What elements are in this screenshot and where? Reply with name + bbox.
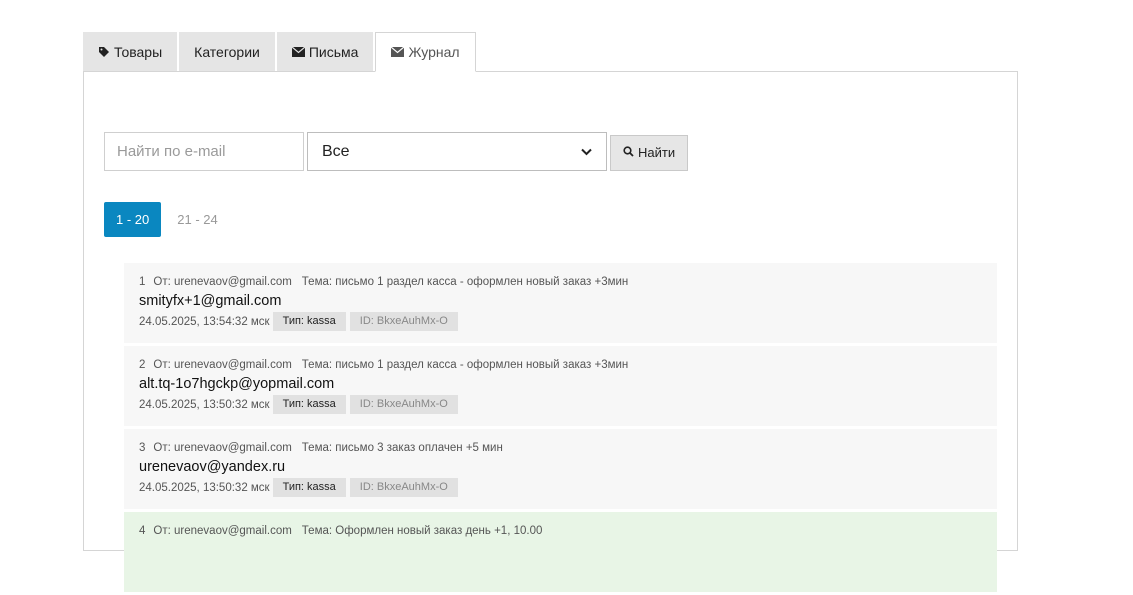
log-date: 24.05.2025, 13:54:32 мск — [139, 315, 270, 328]
tab-categories[interactable]: Категории — [179, 32, 275, 71]
log-subject: Тема: письмо 3 заказ оплачен +5 мин — [301, 442, 503, 454]
envelope-icon — [291, 46, 305, 57]
log-from: От: urenevaov@gmail.com — [153, 442, 292, 454]
log-footer: 24.05.2025, 13:54:32 мск Тип: kassa ID: … — [139, 312, 982, 331]
log-footer: 24.05.2025, 13:50:32 мск Тип: kassa ID: … — [139, 395, 982, 414]
find-button[interactable]: Найти — [610, 134, 689, 171]
type-filter-value: Все — [322, 142, 350, 160]
tab-label: Журнал — [408, 44, 460, 60]
tab-bar: Товары Категории Письма Журнал — [83, 32, 478, 72]
log-id-badge: ID: BkxeAuhMx-O — [349, 395, 458, 414]
log-number: 1 — [139, 276, 146, 288]
type-filter-select[interactable]: Все — [307, 132, 607, 171]
log-type-badge: Тип: kassa — [272, 395, 346, 414]
tab-letters[interactable]: Письма — [276, 32, 374, 71]
log-subject: Тема: письмо 1 раздел касса - оформлен н… — [301, 276, 629, 288]
tab-label: Товары — [114, 43, 163, 60]
page-link-1[interactable]: 1 - 20 — [104, 202, 162, 237]
search-icon — [623, 145, 634, 160]
log-item[interactable]: 4 От: urenevaov@gmail.com Тема: Оформлен н… — [124, 512, 997, 592]
log-from: От: urenevaov@gmail.com — [153, 359, 292, 371]
log-meta: 2 От: urenevaov@gmail.com Тема: письмо 1 р… — [139, 359, 982, 371]
log-subject: Тема: письмо 1 раздел касса - оформлен н… — [301, 359, 629, 371]
log-meta: 1 От: urenevaov@gmail.com Тема: письмо 1 р… — [139, 276, 982, 288]
log-from: От: urenevaov@gmail.com — [153, 525, 292, 537]
tab-journal[interactable]: Журнал — [375, 32, 476, 72]
log-number: 4 — [139, 525, 146, 537]
log-footer: 24.05.2025, 13:50:32 мск Тип: kassa ID: … — [139, 478, 982, 497]
tag-icon — [98, 46, 110, 58]
log-meta: 3 От: urenevaov@gmail.com Тема: письмо 3 з… — [139, 442, 982, 454]
log-number: 3 — [139, 442, 146, 454]
log-subject: Тема: Оформлен новый заказ день +1, 10.0… — [301, 525, 543, 537]
tab-label: Письма — [308, 43, 359, 60]
log-id-badge: ID: BkxeAuhMx-O — [349, 478, 458, 497]
log-item[interactable]: 3 От: urenevaov@gmail.com Тема: письмо 3 з… — [124, 429, 997, 509]
search-bar: Все Найти — [104, 132, 689, 171]
log-date: 24.05.2025, 13:50:32 мск — [139, 481, 270, 494]
mail-log-list: 1 От: urenevaov@gmail.com Тема: письмо 1 р… — [124, 263, 997, 595]
log-date: 24.05.2025, 13:50:32 мск — [139, 398, 270, 411]
log-recipient: alt.tq-1o7hgckp@yopmail.com — [139, 376, 335, 392]
pagination: 1 - 20 21 - 24 — [104, 202, 234, 237]
log-item[interactable]: 2 От: urenevaov@gmail.com Тема: письмо 1 р… — [124, 346, 997, 426]
log-meta: 4 От: urenevaov@gmail.com Тема: Оформлен н… — [139, 525, 982, 537]
tab-products[interactable]: Товары — [83, 32, 178, 71]
find-button-label: Найти — [638, 145, 676, 160]
log-type-badge: Тип: kassa — [272, 312, 346, 331]
tab-label: Категории — [194, 43, 260, 60]
envelope-icon — [391, 47, 405, 57]
log-item[interactable]: 1 От: urenevaov@gmail.com Тема: письмо 1 р… — [124, 263, 997, 343]
log-id-badge: ID: BkxeAuhMx-O — [349, 312, 458, 331]
log-from: От: urenevaov@gmail.com — [153, 276, 292, 288]
log-type-badge: Тип: kassa — [272, 478, 346, 497]
log-recipient: urenevaov@yandex.ru — [139, 459, 286, 475]
chevron-down-icon — [581, 143, 592, 161]
page-link-2[interactable]: 21 - 24 — [165, 202, 229, 237]
log-recipient: smityfx+1@gmail.com — [139, 293, 282, 309]
log-number: 2 — [139, 359, 146, 371]
email-search-input[interactable] — [104, 132, 304, 171]
